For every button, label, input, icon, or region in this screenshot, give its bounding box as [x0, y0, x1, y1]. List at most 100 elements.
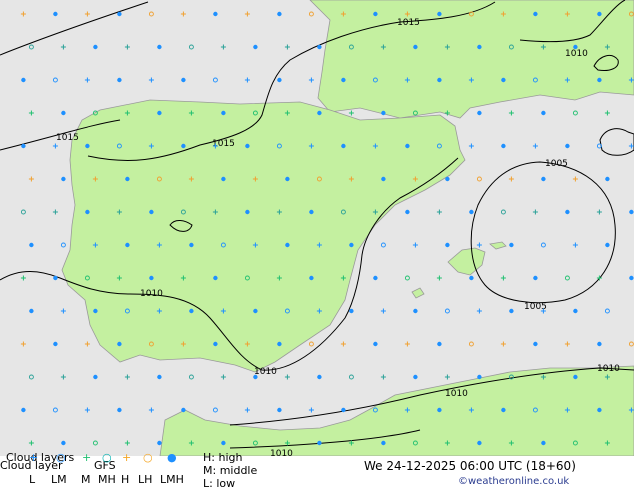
cloud-dot [349, 242, 354, 248]
cloud-dot [125, 242, 130, 248]
cloud-dot [149, 275, 154, 281]
cloud-dot [117, 341, 122, 347]
cloud-dot [597, 11, 602, 17]
legend-key-m: M [81, 473, 91, 486]
cloud-dot [213, 275, 218, 281]
legend-key-l: L [29, 473, 36, 486]
cloud-dot [21, 407, 26, 413]
isobar-label: 1010 [445, 389, 468, 399]
cloud-dot [29, 242, 34, 248]
cloud-dot [597, 341, 602, 347]
weather-map: 1015 1015 1015 1010 1005 1005 1010 1010 … [0, 0, 634, 456]
cloud-dot [477, 44, 482, 50]
cloud-dot [149, 209, 154, 215]
cloud-dot [477, 374, 482, 380]
legend-key-lmh: LMH [160, 473, 184, 486]
legend-symbol-lmh: ● [167, 451, 177, 464]
cloud-dot [405, 143, 410, 149]
isobar-label: 1010 [140, 289, 163, 299]
credit-link[interactable]: ©weatheronline.co.uk [458, 476, 569, 488]
cloud-dot [629, 209, 634, 215]
cloud-dot [541, 110, 546, 116]
legend-level-middle: M: middle [203, 464, 258, 477]
isobar-label: 1005 [545, 159, 568, 169]
cloud-dot [309, 275, 314, 281]
cloud-dot [245, 143, 250, 149]
cloud-dot [157, 440, 162, 446]
cloud-dot [413, 308, 418, 314]
cloud-dot [541, 440, 546, 446]
cloud-dot [93, 308, 98, 314]
cloud-dot [85, 143, 90, 149]
cloud-dot [221, 176, 226, 182]
cloud-dot [189, 308, 194, 314]
cloud-dot [597, 407, 602, 413]
isobar-label: 1010 [597, 364, 620, 374]
cloud-dot [181, 143, 186, 149]
cloud-dot [573, 374, 578, 380]
cloud-dot [61, 176, 66, 182]
legend-bar: Cloud layers Cloud layer GFS + ○ + ○ + ○… [0, 452, 634, 490]
cloud-dot [29, 308, 34, 314]
cloud-dot [533, 275, 538, 281]
cloud-dot [437, 407, 442, 413]
cloud-dot [573, 44, 578, 50]
cloud-dot [573, 308, 578, 314]
cloud-dot [285, 242, 290, 248]
cloud-dot [221, 110, 226, 116]
cloud-dot [93, 374, 98, 380]
legend-level-high: H: high [203, 451, 243, 464]
cloud-dot [413, 374, 418, 380]
cloud-dot [445, 176, 450, 182]
cloud-dot [61, 440, 66, 446]
cloud-dot [605, 176, 610, 182]
cloud-dot [213, 341, 218, 347]
cloud-dot [317, 110, 322, 116]
legend-symbol-lh: ○ [143, 451, 153, 464]
isobar-label: 1015 [397, 18, 420, 28]
cloud-dot [381, 110, 386, 116]
cloud-dot [93, 44, 98, 50]
cloud-dot [181, 407, 186, 413]
cloud-dot [125, 176, 130, 182]
legend-datetime: We 24-12-2025 06:00 UTC (18+60) [364, 459, 576, 473]
isobar-label: 1010 [254, 367, 277, 377]
cloud-dot [373, 11, 378, 17]
legend-key-lm: LM [51, 473, 67, 486]
cloud-dot [117, 77, 122, 83]
cloud-dot [21, 143, 26, 149]
cloud-dot [349, 308, 354, 314]
cloud-dot [341, 143, 346, 149]
cloud-dot [413, 44, 418, 50]
cloud-dot [221, 440, 226, 446]
cloud-dot [277, 341, 282, 347]
isobar-label: 1010 [565, 49, 588, 59]
cloud-dot [341, 77, 346, 83]
legend-key-mh: MH [98, 473, 116, 486]
cloud-dot [285, 176, 290, 182]
cloud-dot [317, 374, 322, 380]
cloud-dot [189, 242, 194, 248]
cloud-dot [605, 242, 610, 248]
cloud-dot [213, 11, 218, 17]
cloud-dot [437, 341, 442, 347]
cloud-dot [469, 209, 474, 215]
cloud-dot [501, 407, 506, 413]
cloud-dot [117, 407, 122, 413]
cloud-dot [253, 308, 258, 314]
cloud-dot [157, 44, 162, 50]
cloud-dot [277, 11, 282, 17]
cloud-dot [437, 11, 442, 17]
cloud-dot [157, 374, 162, 380]
cloud-dot [309, 209, 314, 215]
map-area: 1015 1015 1015 1010 1005 1005 1010 1010 … [0, 0, 634, 456]
isobar-label: 1015 [56, 133, 79, 143]
cloud-dot [509, 242, 514, 248]
cloud-dot [501, 77, 506, 83]
cloud-dot [597, 77, 602, 83]
isobar-label: 1010 [270, 449, 293, 456]
cloud-dot [533, 341, 538, 347]
cloud-dot [61, 110, 66, 116]
legend-key-h: H [121, 473, 130, 486]
cloud-dot [541, 176, 546, 182]
